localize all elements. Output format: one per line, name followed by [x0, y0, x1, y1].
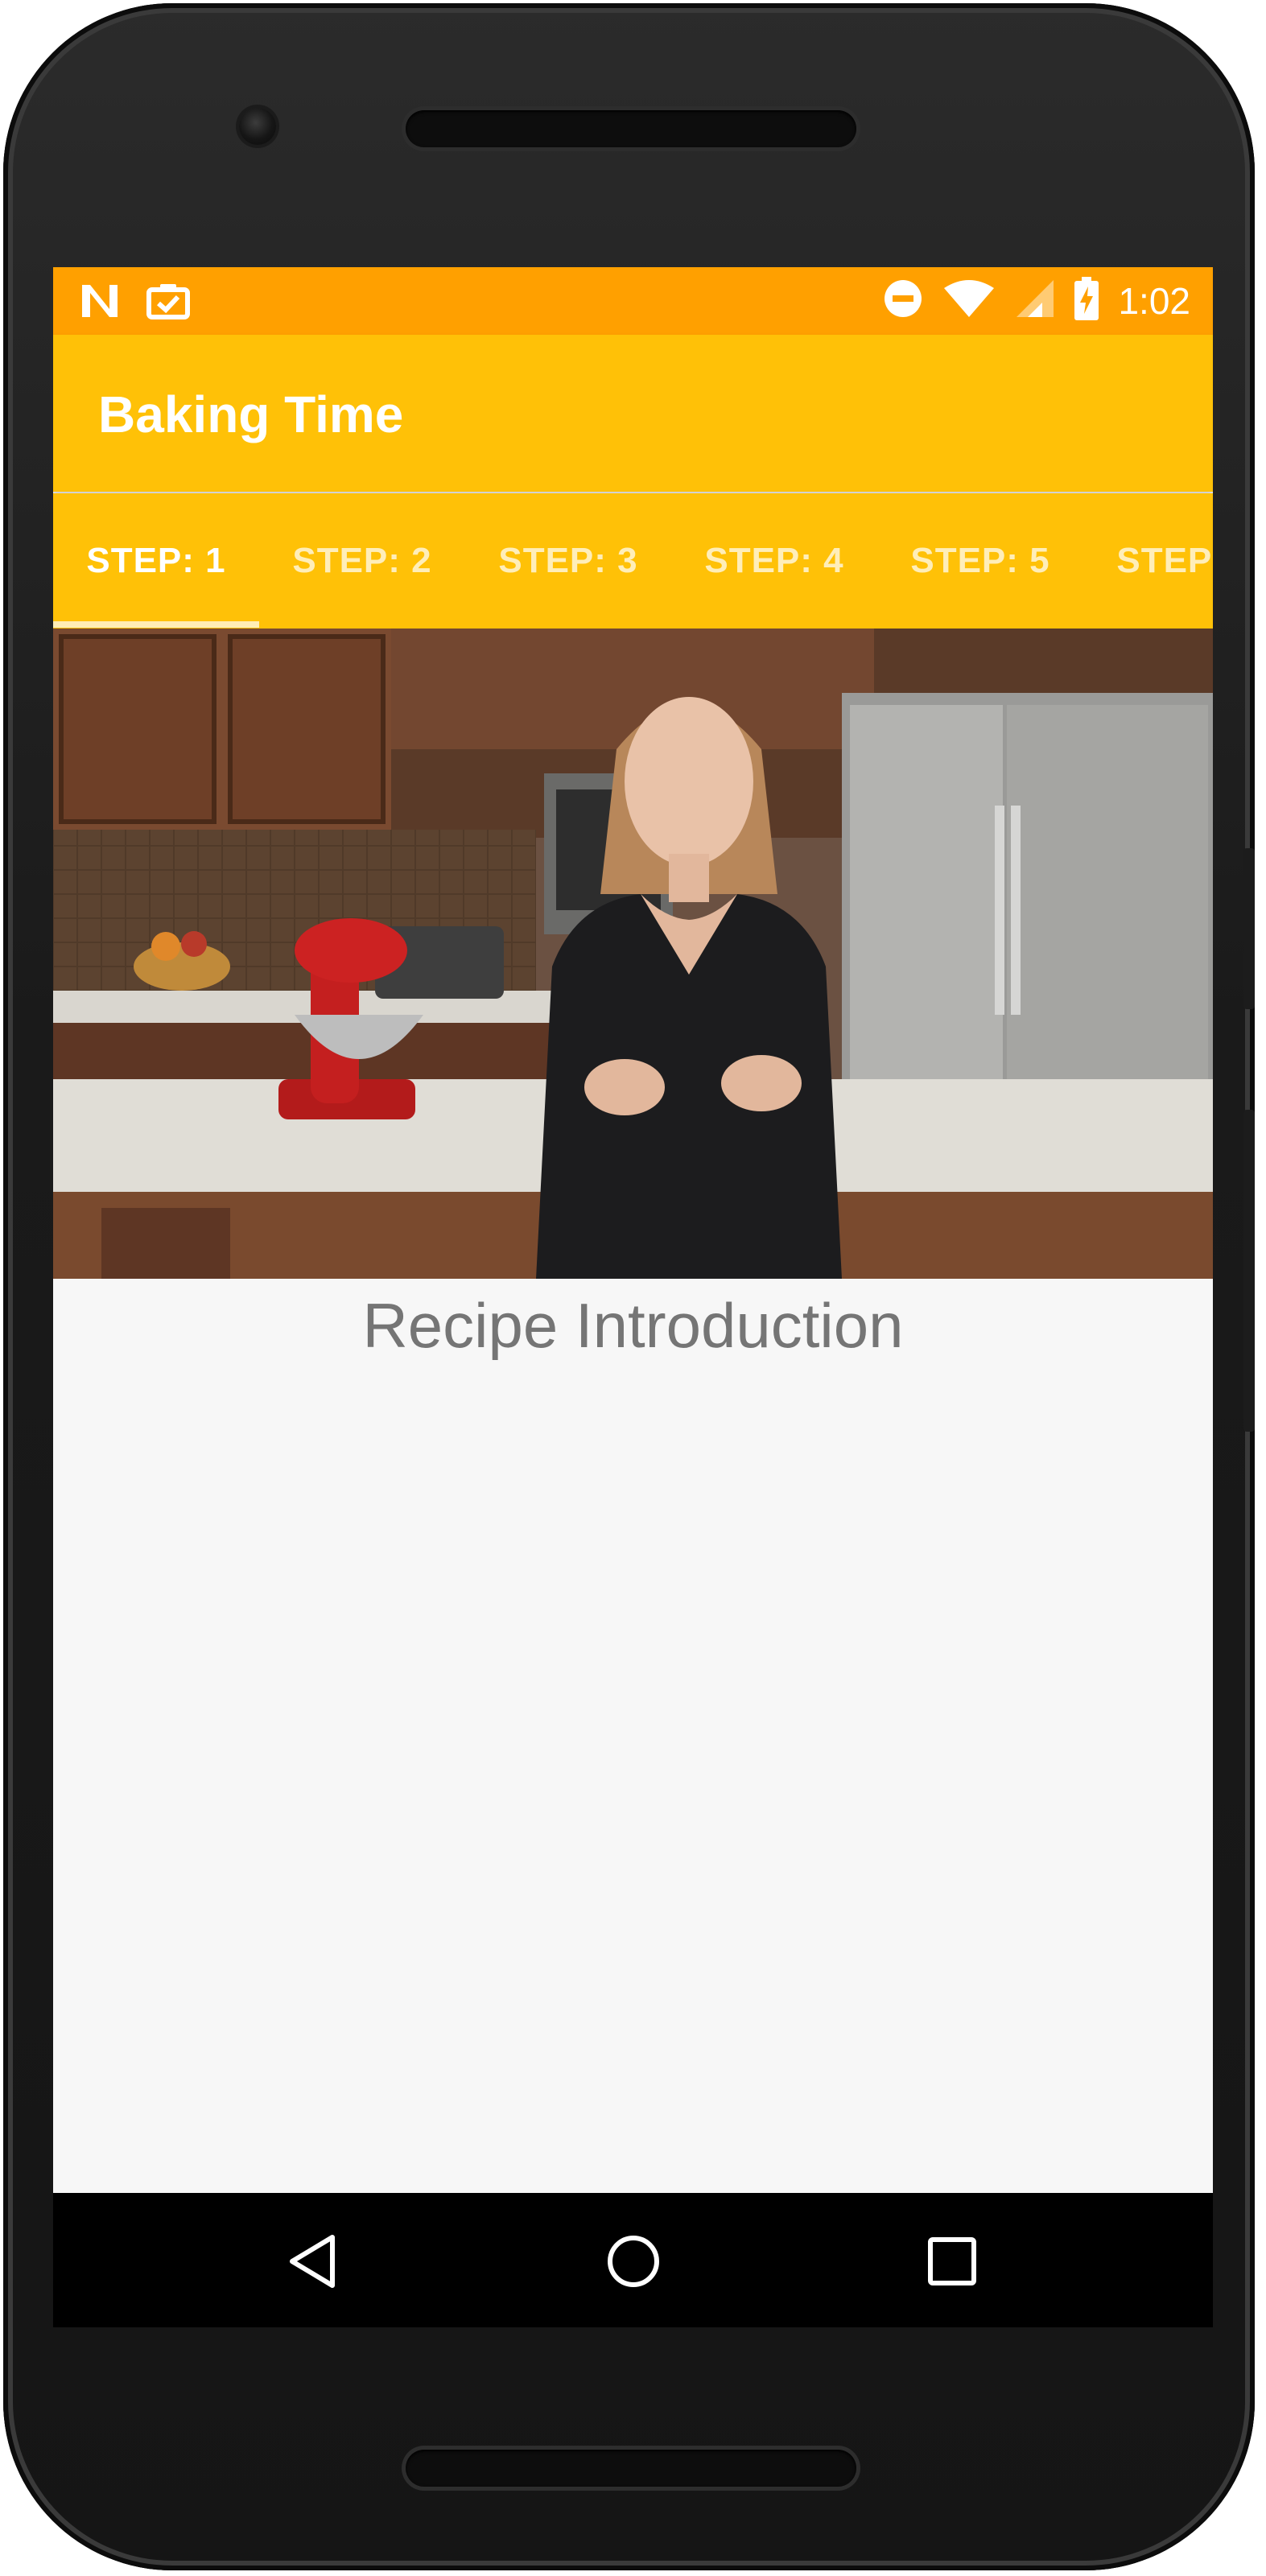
- tab-step-3[interactable]: STEP: 3: [465, 493, 671, 629]
- step-title: Recipe Introduction: [362, 1290, 904, 1361]
- back-icon[interactable]: [282, 2229, 347, 2294]
- screen: 1:02 Baking Time STEP: 1 STEP: 2 STEP: 3…: [53, 267, 1213, 2327]
- recents-icon[interactable]: [920, 2229, 984, 2294]
- n-logo-icon: [79, 282, 121, 324]
- earpiece-speaker: [406, 110, 856, 147]
- tab-step-4[interactable]: STEP: 4: [671, 493, 877, 629]
- battery-charging-icon: [1074, 277, 1099, 324]
- status-bar: 1:02: [53, 267, 1213, 335]
- video-player[interactable]: [53, 629, 1213, 1279]
- cell-signal-icon: [1015, 278, 1055, 323]
- tab-indicator: [53, 621, 259, 628]
- app-bar: Baking Time: [53, 335, 1213, 492]
- status-time: 1:02: [1118, 279, 1190, 322]
- tab-step-2[interactable]: STEP: 2: [259, 493, 465, 629]
- power-button: [1243, 848, 1255, 1009]
- phone-frame: 1:02 Baking Time STEP: 1 STEP: 2 STEP: 3…: [3, 3, 1255, 2570]
- app-title: Baking Time: [98, 385, 404, 443]
- home-icon[interactable]: [601, 2229, 666, 2294]
- tab-step-1[interactable]: STEP: 1: [53, 493, 259, 629]
- do-not-disturb-icon: [883, 278, 923, 323]
- step-tabs: STEP: 1 STEP: 2 STEP: 3 STEP: 4 STEP: 5 …: [53, 493, 1213, 629]
- clipboard-check-icon: [146, 282, 190, 324]
- tab-step-6[interactable]: STEP: 6: [1083, 493, 1213, 629]
- navigation-bar: [53, 2193, 1213, 2327]
- front-camera: [239, 108, 276, 145]
- video-frame-image: [53, 629, 1213, 1279]
- tab-step-5[interactable]: STEP: 5: [877, 493, 1083, 629]
- wifi-icon: [942, 278, 996, 323]
- bottom-speaker: [406, 2450, 856, 2487]
- volume-button: [1243, 1110, 1255, 1432]
